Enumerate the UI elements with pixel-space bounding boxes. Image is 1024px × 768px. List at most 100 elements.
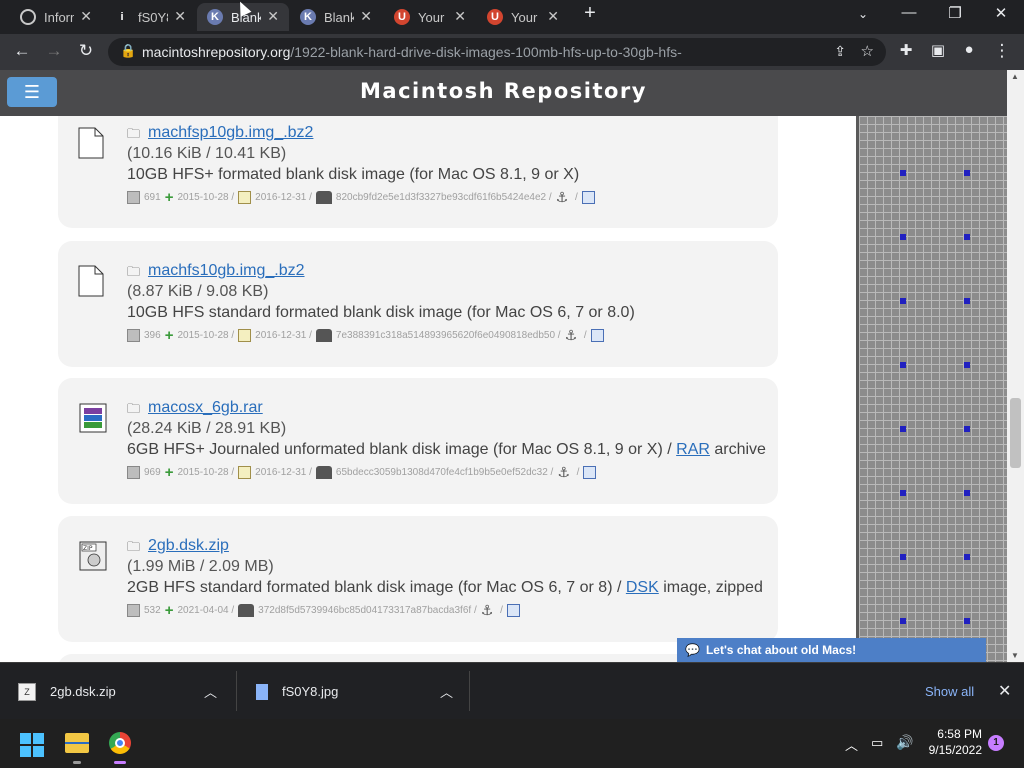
sha1-icon (315, 191, 332, 204)
description-text: 6GB HFS+ Journaled unformated blank disk… (127, 441, 677, 458)
close-window-icon[interactable]: ✕ (986, 4, 1016, 22)
pattern-dot (900, 554, 906, 560)
brand-icon: U (394, 9, 410, 25)
close-download-bar-icon[interactable]: ✕ (998, 681, 1011, 701)
file-card: ZIP 🗀 2gb.dsk.zip (1.99 MiB / 2.09 MB) 2… (58, 516, 778, 642)
info-icon: i (120, 11, 124, 23)
floppy-icon (127, 466, 140, 479)
tray-chevron-icon[interactable]: ︿ (845, 735, 858, 754)
download-count: 396 (144, 330, 161, 341)
chat-widget[interactable]: 💬 Let's chat about old Macs! (677, 638, 986, 662)
copy-icon[interactable] (590, 329, 604, 342)
bookmark-star-icon[interactable]: ☆ (861, 42, 874, 60)
clock[interactable]: 6:58 PM 9/15/2022 (922, 727, 982, 757)
close-tab-icon[interactable]: ✕ (174, 8, 186, 25)
reload-icon[interactable]: ↻ (75, 41, 97, 61)
file-link[interactable]: macosx_6gb.rar (148, 399, 263, 417)
file-link[interactable]: 2gb.dsk.zip (148, 537, 229, 555)
scroll-down-icon[interactable]: ▼ (1011, 651, 1019, 660)
lock-icon: 🔒 (120, 43, 137, 58)
download-item-2[interactable]: fS0Y8.jpg ︿ (256, 663, 468, 720)
sha1-hash: 820cb9fd2e5e1d3f3327be93cdf61f6b5424e4e2 (335, 192, 547, 203)
new-tab-icon[interactable]: + (575, 2, 605, 25)
url-domain: macintoshrepository.org (142, 44, 291, 60)
display-icon[interactable]: ▭ (871, 735, 883, 751)
file-meta: 532 + 2021-04-04 / 372d8f5d5739946bc85d0… (127, 602, 524, 619)
download-count: 691 (144, 192, 161, 203)
more-menu-icon[interactable]: ⋮ (991, 41, 1013, 61)
app-indicator (114, 761, 126, 764)
pattern-dot (900, 426, 906, 432)
file-size: (28.24 KiB / 28.91 KB) (127, 420, 287, 437)
edit-icon (238, 329, 252, 342)
chevron-up-icon[interactable]: ︿ (440, 682, 453, 701)
file-description: 2GB HFS standard formated blank disk ima… (127, 579, 763, 597)
show-all-button[interactable]: Show all (925, 684, 974, 699)
pattern-dot (900, 618, 906, 624)
url-path: /1922-blank-hard-drive-disk-images-100mb… (290, 44, 682, 60)
zip-file-icon: Z (18, 682, 36, 701)
download-count: 532 (144, 605, 161, 616)
clock-time: 6:58 PM (937, 727, 982, 741)
floppy-icon (127, 604, 140, 617)
format-link[interactable]: DSK (626, 579, 659, 596)
close-tab-icon[interactable]: ✕ (360, 8, 372, 25)
close-tab-icon[interactable]: ✕ (80, 8, 92, 25)
download-item-1[interactable]: Z 2gb.dsk.zip ︿ (18, 663, 236, 720)
close-tab-icon[interactable]: ✕ (267, 8, 279, 25)
browser-tab-1[interactable]: Inform ✕ (10, 3, 102, 31)
extensions-icon[interactable]: ✚ (895, 41, 917, 59)
divider (236, 671, 237, 711)
file-description: 6GB HFS+ Journaled unformated blank disk… (127, 441, 766, 459)
scroll-up-icon[interactable]: ▲ (1011, 72, 1019, 81)
anchor-icon[interactable]: ⚓ (556, 189, 569, 206)
download-filename: 2gb.dsk.zip (50, 684, 116, 699)
page-scrollbar[interactable]: ▲ ▼ (1007, 70, 1024, 662)
close-tab-icon[interactable]: ✕ (547, 8, 559, 25)
share-icon[interactable]: ⇪ (834, 43, 846, 60)
copy-icon[interactable] (506, 604, 520, 617)
divider (469, 671, 470, 711)
copy-icon[interactable] (583, 466, 597, 479)
windows-taskbar: ︿ ▭ 🔊 6:58 PM 9/15/2022 1 (0, 719, 1024, 768)
chat-label: Let's chat about old Macs! (705, 643, 857, 657)
description-suffix: image, zipped (658, 579, 763, 596)
anchor-icon[interactable]: ⚓ (481, 602, 494, 619)
tab-title: Your (511, 9, 538, 25)
minimize-icon[interactable]: — (894, 4, 924, 21)
format-link[interactable]: RAR (676, 441, 710, 458)
back-icon[interactable]: ← (11, 41, 33, 61)
notification-badge[interactable]: 1 (988, 735, 1004, 751)
added-plus-icon: + (164, 189, 174, 206)
close-tab-icon[interactable]: ✕ (454, 8, 466, 25)
chevron-up-icon[interactable]: ︿ (204, 682, 217, 701)
pattern-dot (964, 234, 970, 240)
browser-tab-4[interactable]: K Blank ✕ (290, 3, 382, 31)
edit-icon (238, 191, 252, 204)
sha1-icon (315, 466, 332, 479)
file-card (58, 654, 778, 662)
pattern-dot (964, 490, 970, 496)
file-size: (1.99 MiB / 2.09 MB) (127, 558, 274, 575)
file-link[interactable]: machfsp10gb.img_.bz2 (148, 124, 313, 142)
file-explorer-icon[interactable] (65, 733, 89, 753)
browser-tab-6[interactable]: U Your ✕ (477, 3, 569, 31)
windows-start-icon[interactable] (20, 733, 44, 757)
tab-search-chevron-icon[interactable]: ⌄ (848, 7, 878, 21)
file-link[interactable]: machfs10gb.img_.bz2 (148, 262, 305, 280)
profile-icon[interactable]: ● (958, 41, 980, 58)
scrollbar-thumb[interactable] (1010, 398, 1021, 468)
address-bar[interactable]: 🔒 macintoshrepository.org/1922-blank-har… (108, 38, 886, 66)
browser-tab-5[interactable]: U Your ✕ (384, 3, 476, 31)
copy-icon[interactable] (581, 191, 595, 204)
chrome-icon[interactable] (109, 732, 131, 754)
file-list: 🗀 machfsp10gb.img_.bz2 (10.16 KiB / 10.4… (0, 116, 856, 662)
anchor-icon[interactable]: ⚓ (557, 464, 570, 481)
side-panel-icon[interactable]: ▣ (927, 41, 949, 59)
restore-icon[interactable]: ❐ (940, 4, 970, 22)
browser-tab-2[interactable]: i fS0Y8 ✕ (104, 3, 196, 31)
forward-icon[interactable]: → (43, 41, 65, 61)
anchor-icon[interactable]: ⚓ (565, 327, 578, 344)
volume-icon[interactable]: 🔊 (896, 734, 913, 751)
pattern-dot (900, 298, 906, 304)
